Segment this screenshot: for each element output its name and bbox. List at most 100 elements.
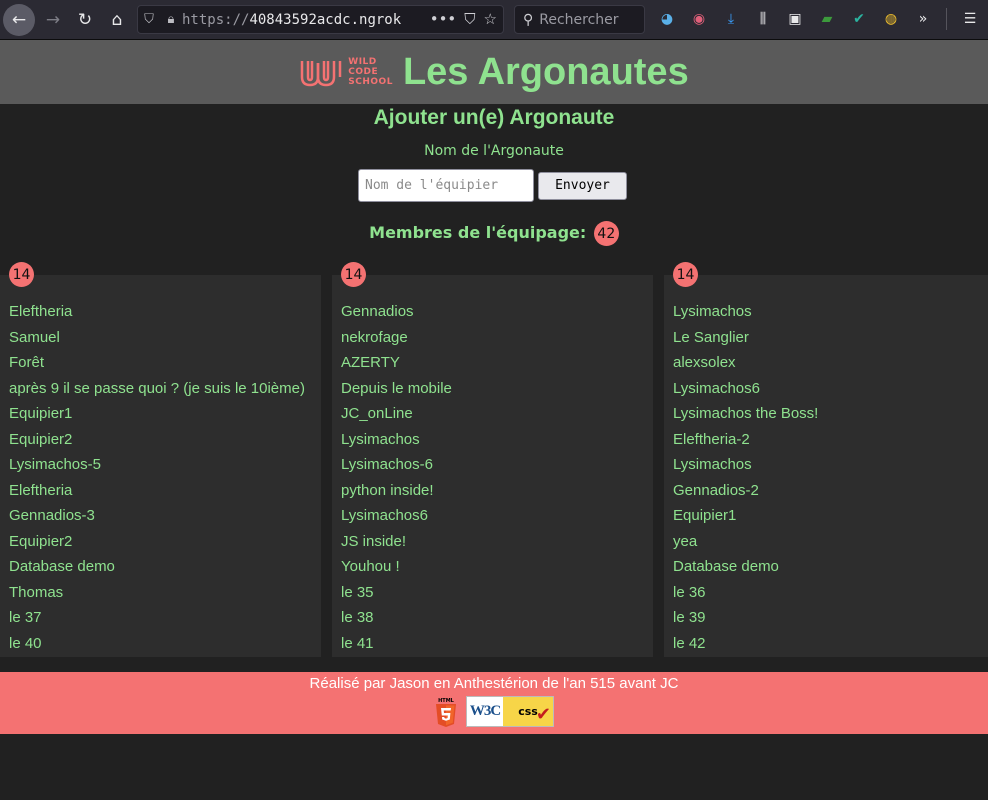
svg-text:HTML: HTML [438,698,455,704]
url-bar[interactable]: ⛉ 🔒︎ https:// 40843592acdc.ngrok ••• ⛉ ☆ [137,5,504,34]
member-item: Youhou ! [341,558,400,575]
column-count-badge: 14 [9,262,34,287]
member-item: Equipier2 [9,430,73,448]
arrow-right-icon: → [45,9,61,30]
crew-heading: Membres de l'équipage: 42 [0,220,988,246]
extension-check-icon[interactable]: ✔ [848,8,870,30]
css-text: css [518,705,538,718]
member-item: après 9 il se passe quoi ? (je suis le 1… [9,379,305,397]
wild-code-school-logo: WILD CODE SCHOOL [299,55,393,89]
member-item: le 37 [9,609,42,626]
member-item: Gennadios [341,303,414,320]
crew-title-text: Membres de l'équipage: [369,223,587,242]
member-list: Eleftheria Samuel Forêt après 9 il se pa… [9,299,305,656]
member-item: Lysimachos the Boss! [673,405,819,422]
bookmark-star-icon[interactable]: ☆ [484,10,497,28]
crew-column-2: 14 Gennadios nekrofage AZERTY Depuis le … [332,262,653,657]
member-item: JS inside! [341,532,407,550]
member-item: Eleftheria [9,303,73,320]
reload-icon: ↻ [77,9,93,30]
member-name-input[interactable] [358,169,534,202]
member-item: JC_onLine [341,405,413,422]
validation-badges: HTML W3C css ✔ [0,696,988,727]
member-item: Lysimachos [673,303,752,320]
reload-button[interactable]: ↻ [71,6,99,34]
search-placeholder: Rechercher [539,11,619,28]
extension-green-icon[interactable]: ▰ [816,8,838,30]
extension-color-icon[interactable]: ◍ [880,8,902,30]
url-scheme: https:// [182,11,250,28]
add-member-form: Envoyer [358,169,627,202]
crew-count-badge: 42 [593,221,619,246]
overflow-chevron-icon[interactable]: » [912,8,934,30]
member-item: python inside! [341,481,434,499]
member-item: Lysimachos [673,456,752,473]
crew-column-1: 14 Eleftheria Samuel Forêt après 9 il se… [0,262,321,657]
send-button[interactable]: Envoyer [538,171,627,200]
form-title: Ajouter un(e) Argonaute [373,106,615,129]
lock-icon[interactable]: 🔒︎ [160,12,182,27]
member-item: Gennadios-3 [9,507,95,524]
home-icon: ⌂ [111,9,123,30]
member-item: le 41 [341,634,374,652]
site-header: WILD CODE SCHOOL Les Argonautes [0,40,988,104]
member-item: Equipier1 [673,507,737,524]
forward-button[interactable]: → [39,6,67,34]
member-item: le 39 [673,609,706,626]
hamburger-menu-icon[interactable]: ☰ [959,8,981,30]
member-item: Forêt [9,354,45,371]
member-item: le 38 [341,609,374,626]
url-host: 40843592acdc.ngrok [249,11,402,28]
toolbar-icons: ◕ ◉ ⤓ ⫼ ▣ ▰ ✔ ◍ » ☰ [656,8,981,30]
member-item: Lysimachos-6 [341,456,433,473]
site-footer: Réalisé par Jason en Anthestérion de l'a… [0,672,988,734]
library-icon[interactable]: ⫼ [752,8,774,30]
logo-line-wild: WILD [348,57,377,67]
member-item: le 36 [673,583,706,601]
pocket-icon[interactable]: ⛉ [464,10,475,28]
column-count-badge: 14 [341,262,366,287]
toolbar-divider [946,8,947,30]
member-item: Le Sanglier [673,328,749,346]
member-item: Depuis le mobile [341,379,452,397]
member-item: Thomas [9,583,64,601]
member-list: Lysimachos Le Sanglier alexsolex Lysimac… [673,299,818,656]
footer-credit: Réalisé par Jason en Anthestérion de l'a… [309,675,679,692]
member-item: Lysimachos [341,430,420,448]
member-item: Eleftheria-2 [673,430,750,448]
extension-translate-icon[interactable]: ◕ [656,8,678,30]
sidebar-icon[interactable]: ▣ [784,8,806,30]
member-item: Lysimachos6 [673,379,760,397]
page-title: Les Argonautes [402,50,689,93]
member-item: le 35 [341,583,374,601]
w3c-label: W3C [469,703,501,719]
member-item: Database demo [9,558,115,575]
css-label: css ✔ [503,697,553,726]
w3c-css-badge[interactable]: W3C css ✔ [466,696,554,727]
member-item: Lysimachos6 [341,507,428,524]
member-item: le 40 [9,634,42,652]
member-item: AZERTY [341,354,400,371]
crew-column-3: 14 Lysimachos Le Sanglier alexsolex Lysi… [664,262,988,657]
home-button[interactable]: ⌂ [103,6,131,34]
member-item: le 42 [673,634,706,652]
html5-badge-icon[interactable]: HTML [434,697,458,727]
member-item: Equipier2 [9,532,73,550]
logo-line-school: SCHOOL [348,77,393,87]
logo-wordmark: WILD CODE SCHOOL [348,57,393,87]
extension-masks-icon[interactable]: ◉ [688,8,710,30]
member-item: Equipier1 [9,405,73,422]
member-item: nekrofage [341,328,408,346]
name-field-label: Nom de l'Argonaute [424,143,564,159]
member-list: Gennadios nekrofage AZERTY Depuis le mob… [341,299,452,656]
column-count-badge: 14 [673,262,698,287]
downloads-icon[interactable]: ⤓ [720,8,742,30]
search-box[interactable]: ⚲ Rechercher [514,5,645,34]
logo-line-code: CODE [348,67,379,77]
shield-icon[interactable]: ⛉ [138,12,160,27]
page-actions-icon[interactable]: ••• [430,10,457,28]
member-item: alexsolex [673,354,736,371]
member-item: Eleftheria [9,481,73,499]
member-item: Lysimachos-5 [9,456,101,473]
back-button[interactable]: ← [3,3,35,36]
